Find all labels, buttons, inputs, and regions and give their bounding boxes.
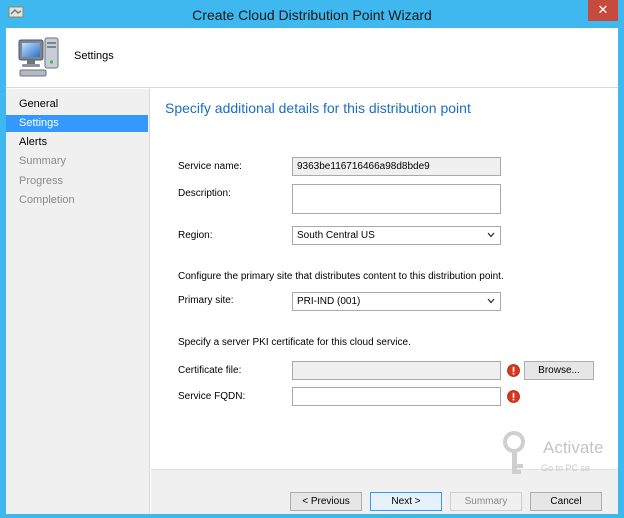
nav-item-alerts[interactable]: Alerts	[6, 134, 148, 151]
header-title: Settings	[74, 50, 114, 62]
nav-item-settings[interactable]: Settings	[6, 115, 148, 132]
region-selected-value: South Central US	[297, 230, 375, 241]
certificate-file-label: Certificate file:	[178, 365, 242, 376]
browse-button[interactable]: Browse...	[524, 361, 594, 380]
title-bar[interactable]: Create Cloud Distribution Point Wizard ✕	[0, 0, 624, 30]
summary-button: Summary	[450, 492, 522, 511]
close-icon: ✕	[597, 2, 609, 17]
watermark-title: Activate	[543, 438, 604, 457]
close-button[interactable]: ✕	[588, 0, 618, 21]
service-name-label: Service name:	[178, 161, 242, 172]
page-heading: Specify additional details for this dist…	[165, 100, 471, 116]
service-name-field[interactable]: 9363be116716466a98d8bde9	[292, 157, 501, 176]
nav-item-completion: Completion	[19, 194, 75, 206]
primary-site-label: Primary site:	[178, 295, 234, 306]
description-field[interactable]	[292, 184, 501, 214]
next-button[interactable]: Next >	[370, 492, 442, 511]
error-icon	[507, 390, 520, 403]
wizard-nav: General Settings Alerts Summary Progress…	[6, 89, 150, 514]
region-select[interactable]: South Central US	[292, 226, 501, 245]
watermark-subtitle: Go to PC se	[541, 463, 591, 473]
service-fqdn-label: Service FQDN:	[178, 391, 246, 402]
certificate-intro: Specify a server PKI certificate for thi…	[178, 337, 411, 348]
region-label: Region:	[178, 230, 213, 241]
primary-site-selected-value: PRI-IND (001)	[297, 296, 361, 307]
chevron-down-icon	[487, 232, 495, 238]
wizard-window: Create Cloud Distribution Point Wizard ✕	[0, 0, 624, 518]
error-icon	[507, 364, 520, 377]
certificate-file-field[interactable]	[292, 361, 501, 380]
cancel-button[interactable]: Cancel	[530, 492, 602, 511]
description-label: Description:	[178, 188, 231, 199]
nav-item-summary: Summary	[19, 155, 67, 167]
primary-site-select[interactable]: PRI-IND (001)	[292, 292, 501, 311]
wizard-content: Specify additional details for this dist…	[151, 89, 618, 469]
wizard-header: Settings	[6, 28, 618, 88]
nav-item-general[interactable]: General	[6, 96, 148, 113]
chevron-down-icon	[487, 298, 495, 304]
service-fqdn-field[interactable]	[292, 387, 501, 406]
computer-icon	[18, 37, 59, 77]
window-title: Create Cloud Distribution Point Wizard	[192, 7, 432, 23]
key-icon	[503, 431, 525, 474]
primary-site-intro: Configure the primary site that distribu…	[178, 271, 504, 282]
activate-windows-watermark: Activate Go to PC se	[498, 430, 618, 490]
nav-item-progress: Progress	[19, 175, 64, 187]
previous-button[interactable]: < Previous	[290, 492, 362, 511]
